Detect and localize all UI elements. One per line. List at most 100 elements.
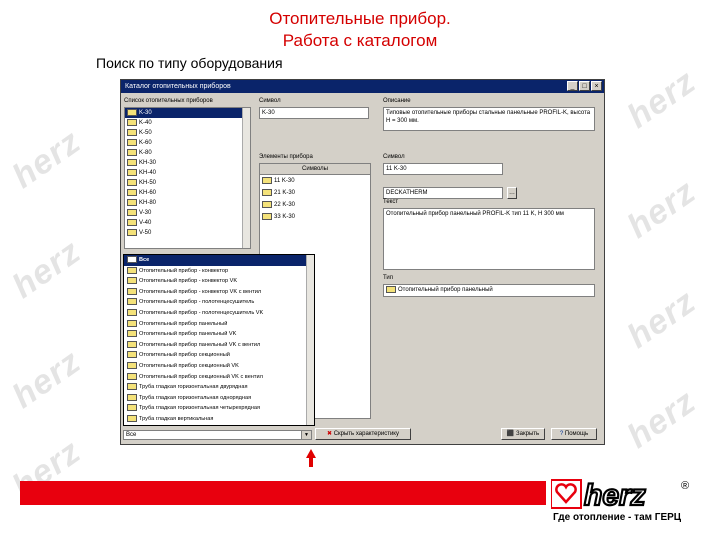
tagline: Где отопление - там ГЕРЦ — [553, 512, 682, 523]
type-list-item[interactable]: V-40 — [125, 218, 250, 228]
dropdown-scrollbar[interactable] — [306, 255, 314, 425]
chevron-down-icon[interactable]: ▼ — [301, 431, 311, 439]
type-list-item[interactable]: KH-50 — [125, 178, 250, 188]
text-field[interactable]: Отопительный прибор панельный PROFIL-K т… — [383, 208, 595, 270]
maximize-button[interactable]: □ — [579, 81, 590, 91]
type-list-item[interactable]: K-50 — [125, 128, 250, 138]
dropdown-item[interactable]: Отопительный прибор секционный VK с вент… — [124, 372, 314, 383]
description-field[interactable]: Типовые отопительные приборы стальные па… — [383, 107, 595, 131]
text-label: Текст — [383, 199, 399, 205]
dropdown-item-label: Труба гладкая горизонтальная четырехрядн… — [139, 405, 260, 412]
dropdown-item[interactable]: Отопительный прибор - конвектор VK — [124, 276, 314, 287]
code-field[interactable]: K-30 — [259, 107, 369, 119]
element-list-label: 21 K-30 — [274, 190, 296, 196]
dropdown-item[interactable]: Отопительный прибор секционный — [124, 350, 314, 361]
dropdown-item[interactable]: Отопительный прибор - конвектор VK с вен… — [124, 287, 314, 298]
hide-button-label: Скрыть характеристику — [333, 431, 399, 437]
dropdown-item[interactable]: Труба гладкая горизонтальная однорядная — [124, 393, 314, 404]
types-label: Список отопительных приборов — [124, 98, 213, 104]
element-list-item[interactable]: 22 K-30 — [260, 199, 370, 211]
radiator-icon — [127, 256, 137, 264]
type-list-label: V-30 — [139, 210, 152, 216]
dropdown-item[interactable]: Труба гладкая горизонтальная двурядная — [124, 382, 314, 393]
dropdown-item[interactable]: Отопительный прибор панельный VK — [124, 329, 314, 340]
element-list-item[interactable]: 11 K-30 — [260, 175, 370, 187]
type-list-label: KH-30 — [139, 160, 157, 166]
system-lookup-button[interactable]: … — [507, 187, 517, 199]
radiator-icon — [127, 266, 137, 274]
minimize-button[interactable]: _ — [567, 81, 578, 91]
window-titlebar[interactable]: Каталог отопительных приборов _ □ × — [121, 80, 604, 93]
radiator-icon — [127, 178, 137, 186]
types-scrollbar[interactable] — [242, 108, 250, 248]
radiator-icon — [262, 200, 272, 208]
radiator-icon — [127, 330, 137, 338]
type-list-item[interactable]: V-50 — [125, 228, 250, 238]
type-list-item[interactable]: KH-40 — [125, 168, 250, 178]
title-line-2: Работа с каталогом — [282, 31, 438, 50]
element-list-item[interactable]: 21 K-30 — [260, 187, 370, 199]
radiator-icon — [127, 340, 137, 348]
radiator-icon — [127, 168, 137, 176]
dropdown-item[interactable]: Отопительный прибор - полотенцесушитель … — [124, 308, 314, 319]
type-field[interactable]: Отопительный прибор панельный — [383, 284, 595, 297]
dropdown-item[interactable]: Отопительный прибор панельный — [124, 319, 314, 330]
type-list-item[interactable]: KH-60 — [125, 188, 250, 198]
type-list-label: K-50 — [139, 130, 152, 136]
dropdown-item[interactable]: Труба ребристая двурядная — [124, 425, 314, 426]
type-list-label: V-40 — [139, 220, 152, 226]
type-filter-combo[interactable]: Все ▼ — [123, 430, 312, 440]
symbol-field[interactable]: 11 K-30 — [383, 163, 503, 175]
radiator-icon — [127, 228, 137, 236]
types-list[interactable]: K-30 K-40 K-50 K-60 K-80 KH-30 KH-40 KH-50 KH-60… — [124, 107, 251, 249]
code-label: Символ — [259, 98, 281, 104]
dropdown-item-label: Отопительный прибор - полотенцесушитель … — [139, 309, 264, 316]
dropdown-item[interactable]: Отопительный прибор панельный VK с венти… — [124, 340, 314, 351]
dropdown-item-label: Отопительный прибор - полотенцесушитель — [139, 299, 255, 306]
type-list-item[interactable]: K-80 — [125, 148, 250, 158]
radiator-icon — [127, 148, 137, 156]
type-list-item[interactable]: K-30 — [125, 108, 250, 118]
dropdown-item-label: Труба гладкая горизонтальная однорядная — [139, 394, 252, 401]
hide-icon: ✖ — [327, 431, 333, 437]
dropdown-item-label: Отопительный прибор секционный VK — [139, 362, 239, 369]
radiator-icon — [127, 277, 137, 285]
type-list-label: V-50 — [139, 230, 152, 236]
help-button[interactable]: ? Помощь — [551, 428, 597, 440]
dropdown-item[interactable]: Все — [124, 255, 314, 266]
watermark: herz — [5, 232, 88, 306]
type-list-item[interactable]: V-30 — [125, 208, 250, 218]
hide-characteristics-button[interactable]: ✖ Скрыть характеристику — [315, 428, 411, 440]
dropdown-item[interactable]: Отопительный прибор - конвектор — [124, 266, 314, 277]
radiator-icon — [262, 188, 272, 196]
help-button-label: Помощь — [564, 431, 589, 437]
system-field[interactable]: DECKATHERM — [383, 187, 503, 199]
dropdown-item[interactable]: Отопительный прибор секционный VK — [124, 361, 314, 372]
herz-logo: herz ® — [551, 478, 689, 510]
radiator-icon — [127, 218, 137, 226]
dropdown-item[interactable]: Труба гладкая вертикальная — [124, 414, 314, 425]
type-value: Отопительный прибор панельный — [398, 287, 493, 294]
slide-title: Отопительные прибор. Работа с каталогом — [0, 8, 720, 52]
dropdown-item[interactable]: Отопительный прибор - полотенцесушитель — [124, 297, 314, 308]
type-list-item[interactable]: K-40 — [125, 118, 250, 128]
close-window-button[interactable]: × — [591, 81, 602, 91]
radiator-icon — [127, 287, 137, 295]
dropdown-item-label: Отопительный прибор - конвектор VK — [139, 278, 238, 285]
elements-header[interactable]: Символы — [260, 164, 370, 175]
radiator-icon — [127, 118, 137, 126]
type-dropdown-list[interactable]: Все Отопительный прибор - конвектор Отопит… — [123, 254, 315, 426]
type-list-item[interactable]: K-60 — [125, 138, 250, 148]
close-button[interactable]: ⬛ Закрыть — [501, 428, 545, 440]
element-list-item[interactable]: 33 K-30 — [260, 211, 370, 223]
radiator-icon — [127, 393, 137, 401]
type-list-item[interactable]: KH-30 — [125, 158, 250, 168]
radiator-icon — [127, 128, 137, 136]
dropdown-item[interactable]: Труба гладкая горизонтальная четырехрядн… — [124, 403, 314, 414]
watermark: herz — [620, 172, 703, 246]
type-list-item[interactable]: KH-80 — [125, 198, 250, 208]
watermark: herz — [620, 282, 703, 356]
type-label: Тип — [383, 275, 394, 281]
radiator-icon — [127, 108, 137, 116]
radiator-icon — [127, 361, 137, 369]
